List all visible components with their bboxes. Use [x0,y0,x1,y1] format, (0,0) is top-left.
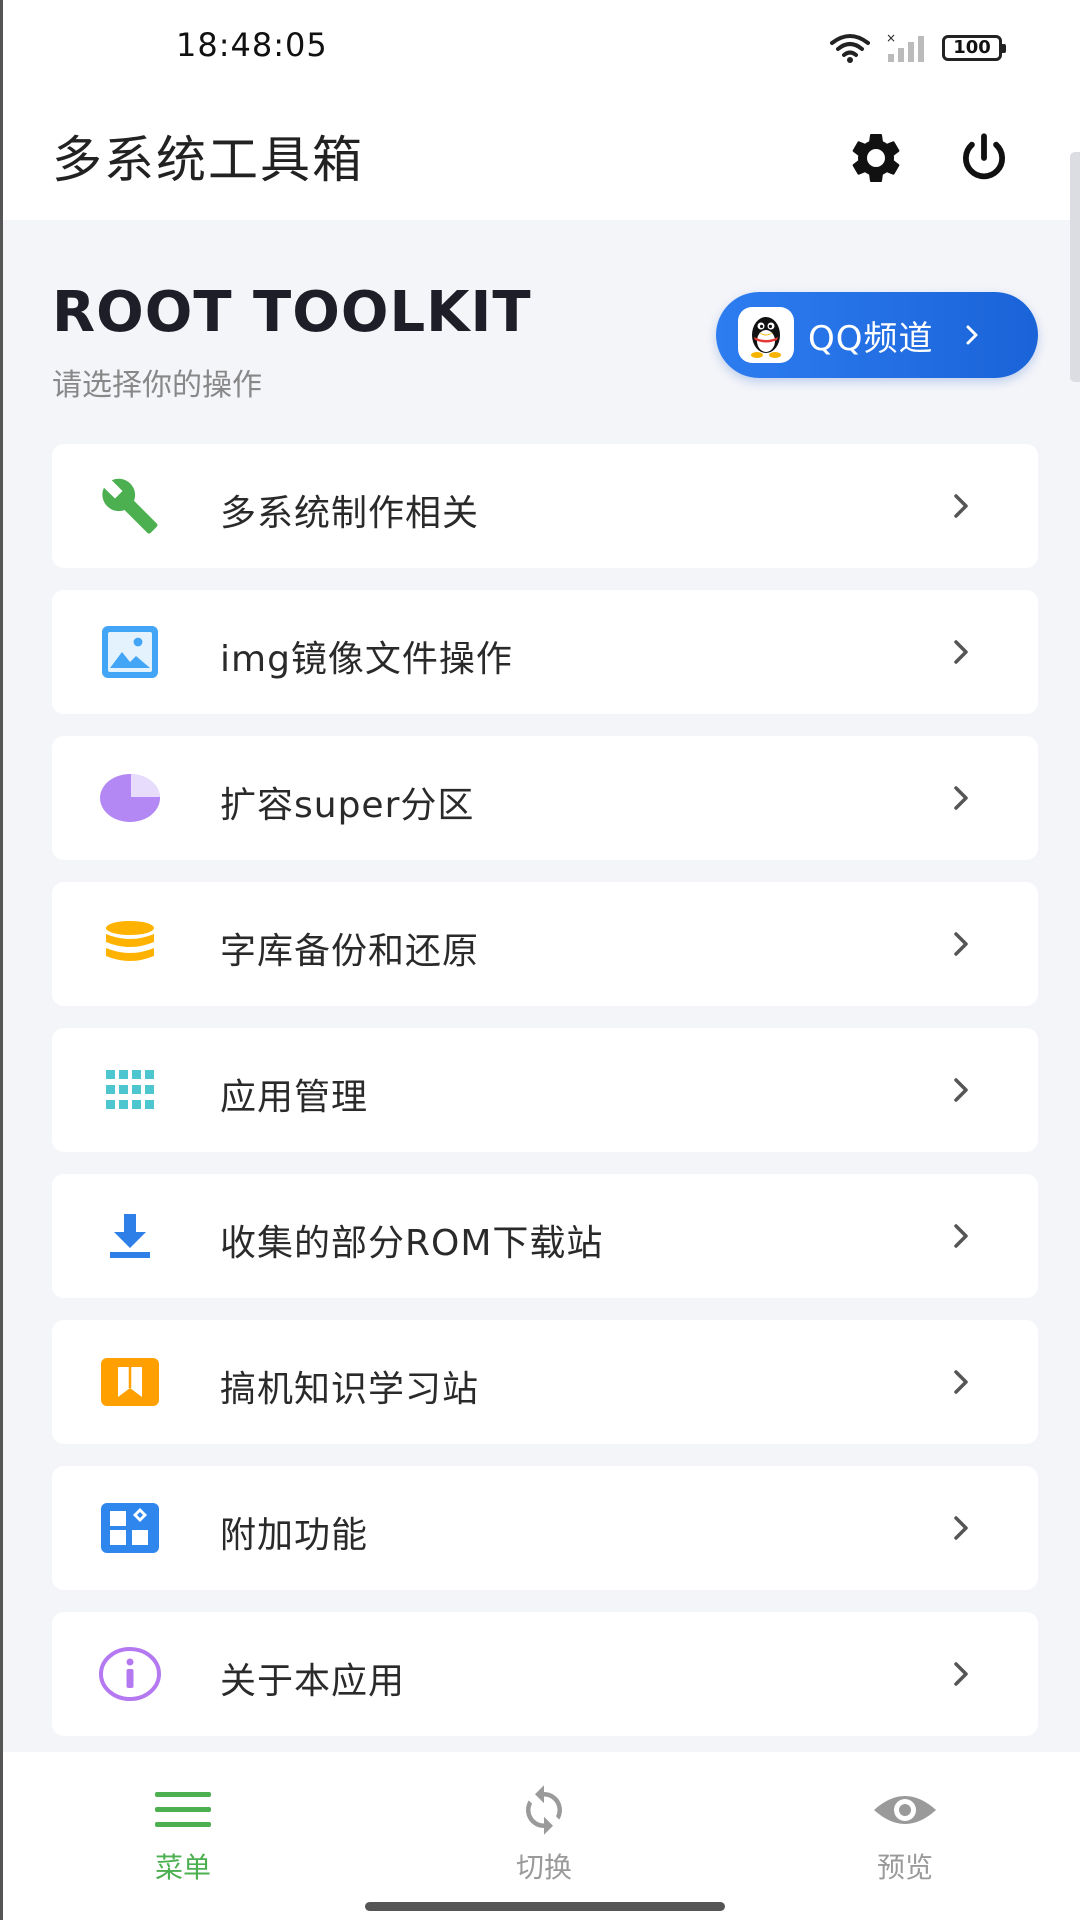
signal-icon: × [886,32,924,62]
power-icon [963,133,1005,180]
qq-channel-button[interactable]: QQ频道 [716,292,1038,378]
chevron-right-icon [954,1224,968,1248]
menu-item-rom-download[interactable]: 收集的部分ROM下载站 [52,1174,1038,1298]
app-bar: 多系统工具箱 [0,96,1080,220]
gear-icon [852,133,900,182]
nav-label: 预览 [876,1851,933,1884]
menu-item-label: 收集的部分ROM下载站 [220,1223,604,1264]
bottom-navigation: 菜单 切换 预览 [0,1752,1080,1920]
database-icon [98,913,162,975]
book-icon [98,1351,162,1413]
nav-label: 菜单 [154,1851,211,1884]
status-bar: 18:48:05 × 100 [0,0,1080,96]
menu-item-img-image[interactable]: img镜像文件操作 [52,590,1038,714]
power-button[interactable] [944,118,1024,198]
menu-item-extra-features[interactable]: 附加功能 [52,1466,1038,1590]
menu-item-label: 搞机知识学习站 [220,1369,480,1410]
chevron-right-icon [954,932,968,956]
menu-item-label: 应用管理 [220,1077,369,1118]
info-icon [98,1643,162,1705]
app-title: 多系统工具箱 [52,131,364,189]
apps-grid-icon [98,1059,162,1121]
pie-chart-icon [98,767,162,829]
menu-item-font-backup[interactable]: 字库备份和还原 [52,882,1038,1006]
menu-item-label: 关于本应用 [220,1661,406,1702]
qq-penguin-icon [738,307,794,363]
menu-item-super-partition[interactable]: 扩容super分区 [52,736,1038,860]
settings-button[interactable] [836,118,916,198]
sync-icon [464,1782,624,1838]
qq-channel-label: QQ频道 [808,318,934,359]
status-time: 18:48:05 [176,26,328,64]
svg-text:×: × [886,32,896,45]
wrench-icon [98,475,162,537]
menu-icon [103,1782,263,1838]
nav-item-menu[interactable]: 菜单 [103,1782,263,1886]
hero-title: ROOT TOOLKIT [52,280,532,345]
download-icon [98,1205,162,1267]
menu-item-label: 多系统制作相关 [220,493,480,534]
wifi-icon [830,34,870,63]
menu-item-about[interactable]: 关于本应用 [52,1612,1038,1736]
chevron-right-icon [954,1078,968,1102]
chevron-right-icon [964,324,980,346]
menu-item-label: 附加功能 [220,1515,369,1556]
image-icon [98,621,162,683]
chevron-right-icon [954,494,968,518]
hero-subtitle: 请选择你的操作 [52,368,262,403]
nav-label: 切换 [515,1851,572,1884]
home-indicator[interactable] [365,1902,725,1911]
chevron-right-icon [954,640,968,664]
battery-icon: 100 [942,35,1006,61]
menu-item-multi-system[interactable]: 多系统制作相关 [52,444,1038,568]
menu-item-knowledge-site[interactable]: 搞机知识学习站 [52,1320,1038,1444]
chevron-right-icon [954,1516,968,1540]
eye-icon [825,1782,985,1838]
menu-item-label: img镜像文件操作 [220,639,513,680]
nav-item-preview[interactable]: 预览 [825,1782,985,1886]
chevron-right-icon [954,1370,968,1394]
menu-item-label: 扩容super分区 [220,785,475,826]
nav-item-switch[interactable]: 切换 [464,1782,624,1886]
widgets-icon [98,1497,162,1559]
status-icons: × 100 [830,28,1006,68]
chevron-right-icon [954,786,968,810]
chevron-right-icon [954,1662,968,1686]
menu-item-app-management[interactable]: 应用管理 [52,1028,1038,1152]
scrollbar[interactable] [1070,152,1080,382]
menu-item-label: 字库备份和还原 [220,931,480,972]
